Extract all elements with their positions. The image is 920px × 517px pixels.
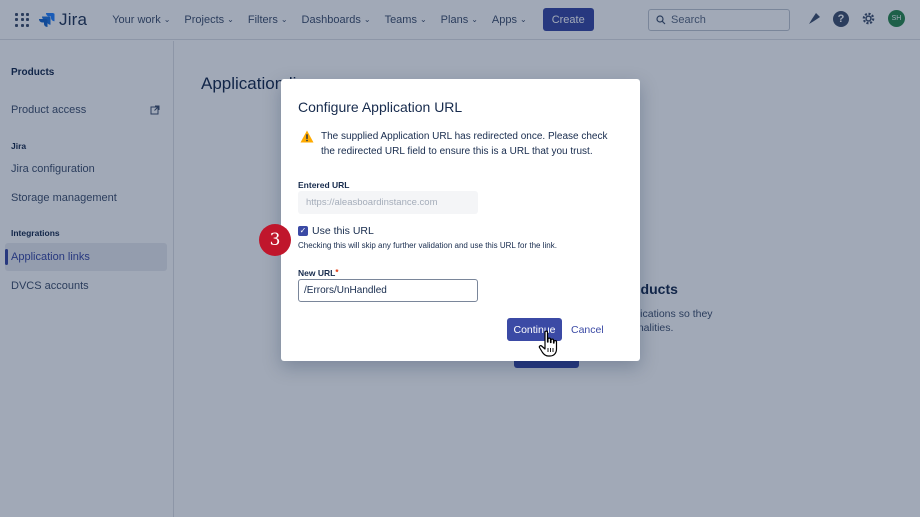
new-url-label-text: New URL (298, 268, 336, 278)
warning-message: The supplied Application URL has redirec… (321, 129, 627, 159)
use-url-checkbox[interactable]: ✓ (298, 226, 308, 236)
step-number-badge: 3 (259, 224, 291, 256)
entered-url-field: https://aleasboardinstance.com (298, 191, 478, 214)
use-url-help-text: Checking this will skip any further vali… (298, 241, 557, 250)
warning-line: The supplied Application URL has redirec… (321, 131, 608, 142)
new-url-label: New URL* (298, 268, 338, 278)
dialog-title: Configure Application URL (298, 99, 463, 115)
required-marker: * (335, 268, 339, 277)
use-url-label[interactable]: Use this URL (312, 225, 374, 237)
new-url-input[interactable]: /Errors/UnHandled (298, 279, 478, 302)
cancel-button[interactable]: Cancel (571, 318, 604, 341)
warning-icon (300, 130, 314, 143)
warning-line: the redirected URL field to ensure this … (321, 146, 593, 157)
configure-url-dialog: Configure Application URL The supplied A… (281, 79, 640, 361)
entered-url-label: Entered URL (298, 180, 350, 190)
hand-cursor-icon (538, 330, 558, 357)
